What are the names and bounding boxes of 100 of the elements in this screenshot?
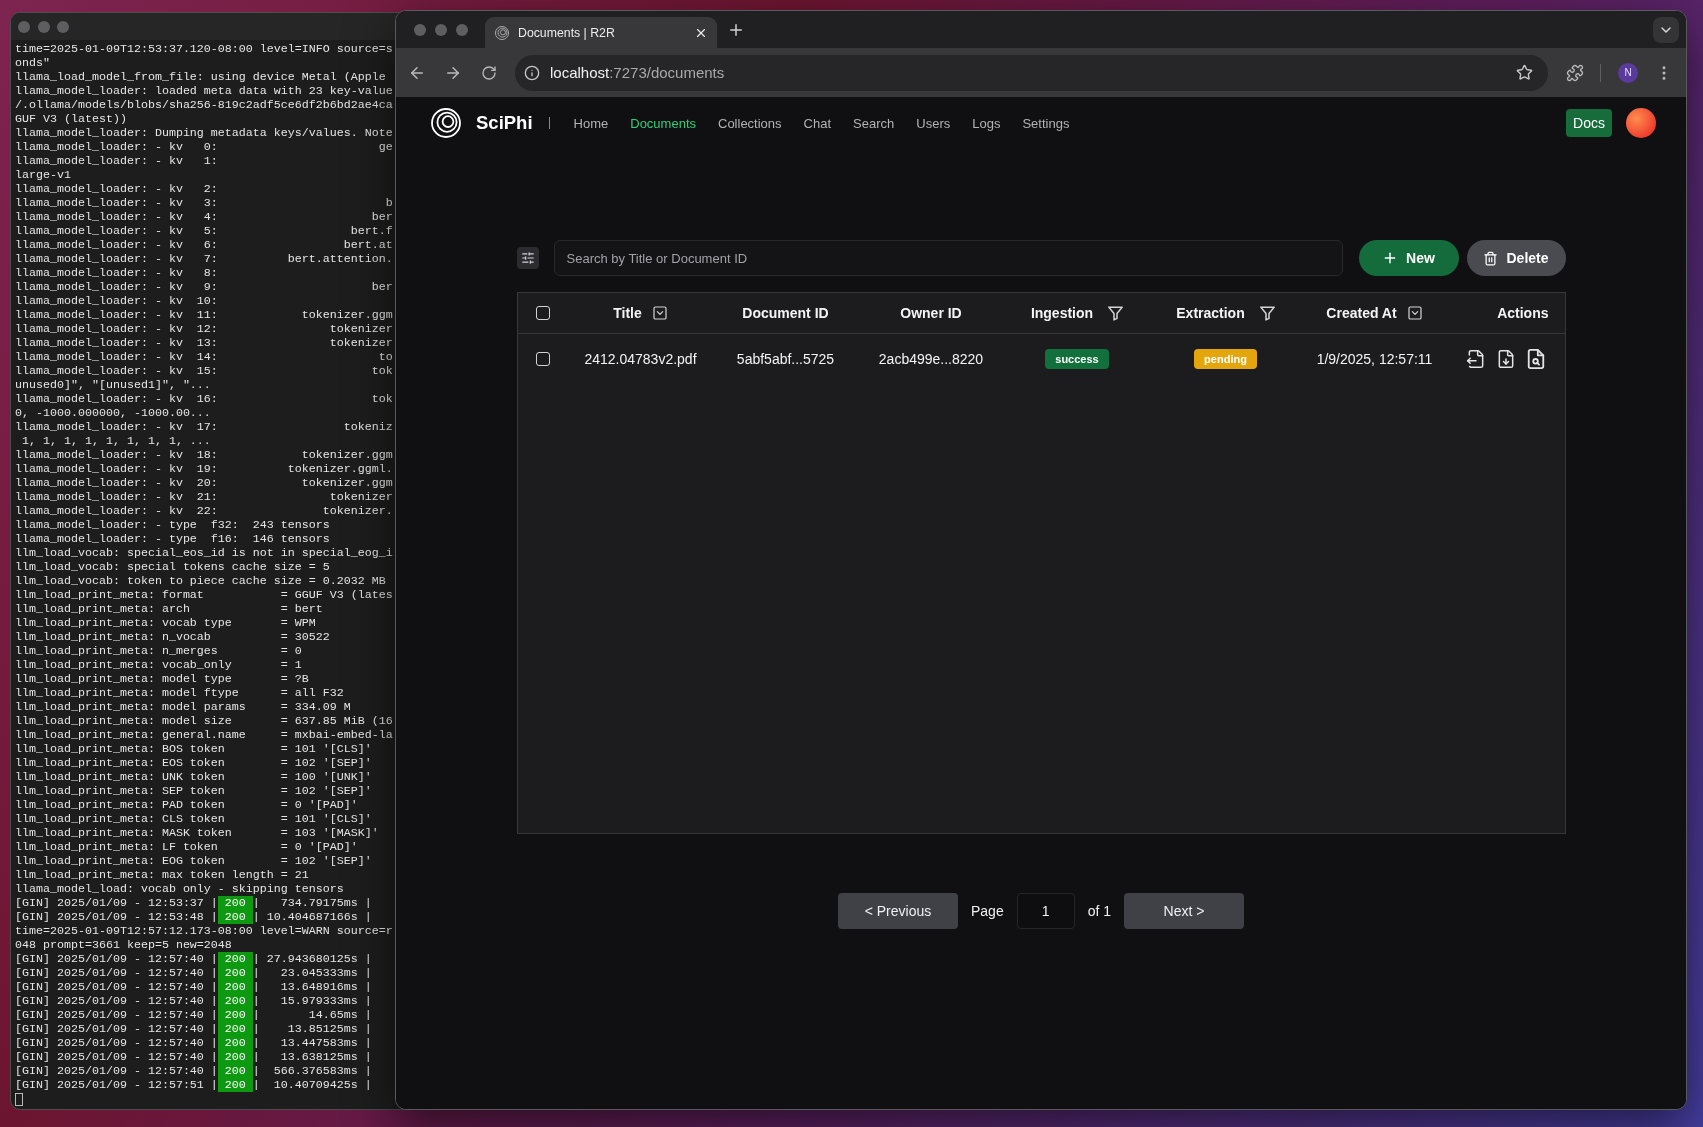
terminal-value: tok <box>371 392 393 406</box>
reload-icon[interactable] <box>481 64 497 81</box>
terminal-line: llm_load_vocab: token to piece cache size = 0.2032 MB <box>15 574 386 588</box>
terminal-value: tokenizer <box>329 490 393 504</box>
status-code: 200 <box>217 994 253 1008</box>
terminal-line: llama_model_loader: - type f32: 243 tensors <box>15 518 330 532</box>
terminal-line: llama_model_loader: - kv 1: <box>15 154 218 168</box>
terminal-line: llama_model_loader: - kv 14: <box>15 350 218 364</box>
checkbox[interactable] <box>535 306 550 320</box>
terminal-value: = 102 '[SEP]' <box>280 784 372 798</box>
delete-button[interactable]: Delete <box>1466 240 1566 276</box>
sliders-icon[interactable] <box>516 247 539 269</box>
terminal-value: bert.at <box>343 238 393 252</box>
puzzle-icon[interactable] <box>1566 63 1584 82</box>
terminal-line: llm_load_print_meta: BOS token <box>15 742 225 756</box>
terminal-line: onds" <box>15 56 50 70</box>
filter-icon[interactable] <box>1108 305 1124 321</box>
table-cell: 1/9/2025, 12:57:11 <box>1316 350 1433 367</box>
terminal-line: llm_load_print_meta: n_merges <box>15 644 218 658</box>
terminal-line: /.ollama/models/blobs/sha256-819c2adf5ce6df2b6bd2ae4ca <box>15 98 393 112</box>
profile-avatar[interactable]: N <box>1618 62 1638 83</box>
terminal-line: GUF V3 (latest)) <box>15 112 127 126</box>
file-search-icon[interactable] <box>1526 348 1546 369</box>
terminal-value: = 0 '[PAD]' <box>280 798 358 812</box>
star-icon[interactable] <box>1516 64 1533 81</box>
tab-menu-button[interactable] <box>1653 16 1679 43</box>
terminal-line: llama_model_loader: - kv 21: <box>15 490 218 504</box>
status-code: 200 <box>217 1064 253 1078</box>
column-header: Created At <box>1326 305 1397 321</box>
sort-icon[interactable] <box>651 305 668 321</box>
sort-icon[interactable] <box>1406 305 1423 321</box>
column-header: Ingestion <box>1030 305 1094 321</box>
nav-link[interactable]: Collections <box>718 115 782 131</box>
previous-button[interactable]: < Previous <box>837 893 958 929</box>
window-control-icon[interactable] <box>435 23 447 36</box>
terminal-line: llama_model_loader: - kv 15: <box>15 364 218 378</box>
new-button[interactable]: New <box>1358 240 1459 276</box>
terminal-line: llama_model_loader: - kv 18: <box>15 448 218 462</box>
terminal-line: llm_load_print_meta: format <box>15 588 204 602</box>
terminal-value: to <box>378 350 393 364</box>
terminal-line: large-v1 <box>15 168 71 182</box>
docs-button[interactable]: Docs <box>1566 109 1612 137</box>
response-time: | 27.943680125s | <box>252 952 372 966</box>
terminal-line: 048 prompt=3661 keep=5 new=2048 <box>15 938 232 952</box>
terminal-line: llm_load_print_meta: UNK token <box>15 770 225 784</box>
terminal-line: llama_model_loader: Dumping metadata keys/values. Note <box>15 126 393 140</box>
avatar-icon[interactable] <box>1626 108 1656 138</box>
brand-name[interactable]: SciPhi <box>476 112 533 134</box>
file-arrow-left-icon[interactable] <box>1466 348 1486 369</box>
response-time: | 566.376583ms | <box>252 1064 372 1078</box>
window-control-icon[interactable] <box>456 23 468 36</box>
spiral-logo-icon[interactable] <box>431 108 461 138</box>
response-time: | 10.404687166s | <box>252 910 372 924</box>
terminal-value: = 21 <box>280 868 309 882</box>
table-cell: 2412.04783v2.pdf <box>584 350 697 367</box>
terminal-line: time=2025-01-09T12:57:12.173-08:00 level=WARN source=r <box>15 924 393 938</box>
search-field[interactable]: Search by Title or Document ID <box>553 240 1343 276</box>
filter-icon[interactable] <box>1259 305 1275 321</box>
nav-link[interactable]: Settings <box>1022 115 1070 131</box>
nav-link[interactable]: Users <box>916 115 951 131</box>
nav-link[interactable]: Logs <box>972 115 1001 131</box>
column-header: Actions <box>1497 305 1549 321</box>
nav-link[interactable]: Documents <box>630 115 696 131</box>
terminal-line: llm_load_print_meta: arch <box>15 602 190 616</box>
file-download-icon[interactable] <box>1496 348 1516 369</box>
terminal-line: llm_load_print_meta: vocab type <box>15 616 232 630</box>
nav-link[interactable]: Search <box>853 115 895 131</box>
log-timestamp: [GIN] 2025/01/09 - 12:57:51 | <box>15 1078 218 1092</box>
response-time: | 13.85125ms | <box>252 1022 372 1036</box>
nav-link[interactable]: Home <box>573 115 609 131</box>
terminal-line: llm_load_print_meta: LF token <box>15 840 218 854</box>
response-time: | 734.79175ms | <box>252 896 372 910</box>
status-code: 200 <box>217 966 253 980</box>
page-input[interactable]: 1 <box>1016 893 1075 929</box>
address-bar[interactable]: localhost:7273/documents <box>515 54 1548 91</box>
terminal-line: llama_model_loader: - kv 0: <box>15 140 218 154</box>
terminal-line: llm_load_print_meta: model params <box>15 700 246 714</box>
window-control-icon[interactable] <box>414 23 426 36</box>
browser-tab[interactable]: Documents | R2R <box>485 17 717 48</box>
response-time: | 15.979333ms | <box>252 994 372 1008</box>
terminal-value: = 100 '[UNK]' <box>280 770 372 784</box>
text-cursor-icon <box>15 1093 23 1106</box>
status-badge: success <box>1045 348 1109 369</box>
status-code: 200 <box>217 952 253 966</box>
terminal-line: llama_model_loader: - kv 9: <box>15 280 218 294</box>
status-code: 200 <box>217 980 253 994</box>
terminal-value: ge <box>378 140 393 154</box>
nav-link[interactable]: Chat <box>803 115 832 131</box>
terminal-line: llm_load_print_meta: vocab_only <box>15 658 232 672</box>
terminal-value: = 101 '[CLS]' <box>280 742 372 756</box>
status-code: 200 <box>217 910 253 924</box>
info-icon[interactable] <box>524 64 540 81</box>
terminal-value: = all F32 <box>280 686 344 700</box>
next-button[interactable]: Next > <box>1124 893 1245 929</box>
terminal-line: 0, -1000.000000, -1000.00... <box>15 406 211 420</box>
checkbox[interactable] <box>535 351 550 366</box>
terminal-line: llama_model_loader: - kv 10: <box>15 294 218 308</box>
url-text[interactable]: localhost:7273/documents <box>550 64 725 81</box>
log-timestamp: [GIN] 2025/01/09 - 12:57:40 | <box>15 1008 218 1022</box>
terminal-line: llm_load_vocab: special tokens cache size = 5 <box>15 560 330 574</box>
